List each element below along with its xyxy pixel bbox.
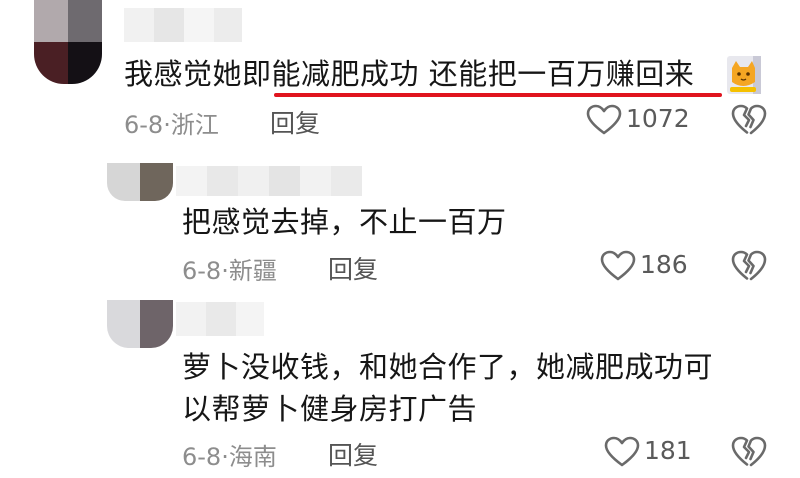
heart-icon[interactable]	[600, 250, 636, 282]
reply-button[interactable]: 回复	[270, 104, 320, 140]
comment-date-location: 6-8·海南	[182, 443, 277, 471]
avatar[interactable]	[107, 163, 173, 201]
comment-text-line-2: 以帮萝卜健身房打广告	[182, 392, 478, 426]
comment-text-line-1: 萝卜没收钱，和她合作了，她减肥成功可	[182, 350, 714, 384]
comment-text: 我感觉她即能减肥成功 还能把一百万赚回来	[124, 57, 695, 91]
cat-emoji-icon	[727, 56, 761, 94]
comment-date-location: 6-8·浙江	[124, 111, 219, 139]
comment-text: 把感觉去掉，不止一百万	[182, 205, 507, 239]
avatar[interactable]	[107, 300, 173, 348]
avatar[interactable]	[34, 0, 102, 84]
heart-icon[interactable]	[604, 436, 640, 468]
like-count: 1072	[626, 104, 690, 133]
username-blurred[interactable]	[124, 8, 242, 42]
heart-icon[interactable]	[586, 104, 622, 136]
broken-heart-icon[interactable]	[731, 436, 767, 468]
username-blurred[interactable]	[176, 166, 362, 196]
like-count: 181	[644, 436, 692, 465]
reply-button[interactable]: 回复	[328, 250, 378, 286]
reply-button[interactable]: 回复	[328, 436, 378, 472]
highlight-underline	[274, 93, 722, 97]
broken-heart-icon[interactable]	[731, 250, 767, 282]
username-blurred[interactable]	[176, 302, 264, 336]
comment-date-location: 6-8·新疆	[182, 257, 277, 285]
broken-heart-icon[interactable]	[731, 104, 767, 136]
like-count: 186	[640, 250, 688, 279]
